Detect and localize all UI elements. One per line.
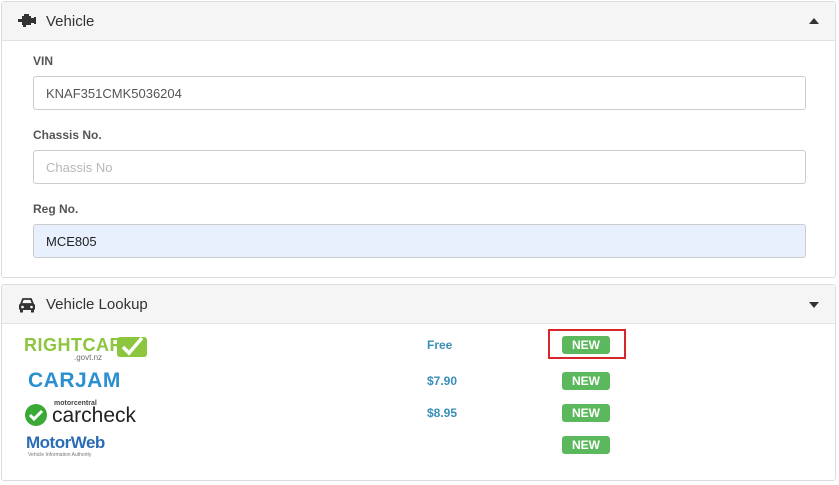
highlight-box xyxy=(548,329,626,359)
motorweb-logo-sub: Vehicle Information Authority xyxy=(28,452,92,458)
lookup-row-motorweb: MotorWeb Vehicle Information Authority N… xyxy=(2,433,835,463)
vehicle-lookup-panel: Vehicle Lookup RIGHTCAR .govt.nz Free NE… xyxy=(1,284,836,481)
rightcar-check-icon xyxy=(117,336,147,357)
motorweb-logo-text: MotorWeb xyxy=(26,433,105,452)
motorweb-logo[interactable]: MotorWeb Vehicle Information Authority xyxy=(26,433,105,458)
vehicle-panel-header[interactable]: Vehicle xyxy=(2,2,835,41)
expand-caret-icon[interactable] xyxy=(809,302,819,308)
reg-label: Reg No. xyxy=(33,202,79,216)
rightcar-price: Free xyxy=(427,338,453,352)
carcheck-check-icon xyxy=(25,404,47,426)
carjam-logo[interactable]: CARJAM xyxy=(28,369,121,393)
rightcar-logo[interactable]: RIGHTCAR .govt.nz xyxy=(24,335,147,362)
reg-input[interactable] xyxy=(33,224,806,258)
carcheck-new-badge: NEW xyxy=(562,404,610,422)
vin-input[interactable] xyxy=(33,76,806,110)
lookup-row-rightcar: RIGHTCAR .govt.nz Free NEW xyxy=(2,329,835,363)
carjam-new-badge: NEW xyxy=(562,372,610,390)
chassis-label: Chassis No. xyxy=(33,128,102,142)
carcheck-logo-text: carcheck xyxy=(52,404,137,427)
vehicle-panel: Vehicle VIN Chassis No. Reg No. xyxy=(1,1,836,278)
carjam-price: $7.90 xyxy=(427,374,458,388)
rightcar-logo-text: RIGHTCAR xyxy=(24,335,123,355)
vehicle-lookup-header[interactable]: Vehicle Lookup xyxy=(2,285,835,324)
vehicle-lookup-title: Vehicle Lookup xyxy=(46,296,148,313)
lookup-row-carcheck: motorcentral carcheck $8.95 NEW xyxy=(2,400,835,431)
vin-label: VIN xyxy=(33,54,54,68)
chassis-input[interactable] xyxy=(33,150,806,184)
motorweb-new-badge: NEW xyxy=(562,436,610,454)
carcheck-price: $8.95 xyxy=(427,406,458,420)
vehicle-panel-title: Vehicle xyxy=(46,13,95,30)
carjam-logo-text: CARJAM xyxy=(28,369,121,392)
lookup-row-carjam: CARJAM $7.90 NEW xyxy=(2,369,835,399)
engine-icon xyxy=(18,14,36,27)
car-icon xyxy=(19,298,35,313)
collapse-caret-icon[interactable] xyxy=(809,18,819,24)
rightcar-logo-sub: .govt.nz xyxy=(74,353,103,362)
